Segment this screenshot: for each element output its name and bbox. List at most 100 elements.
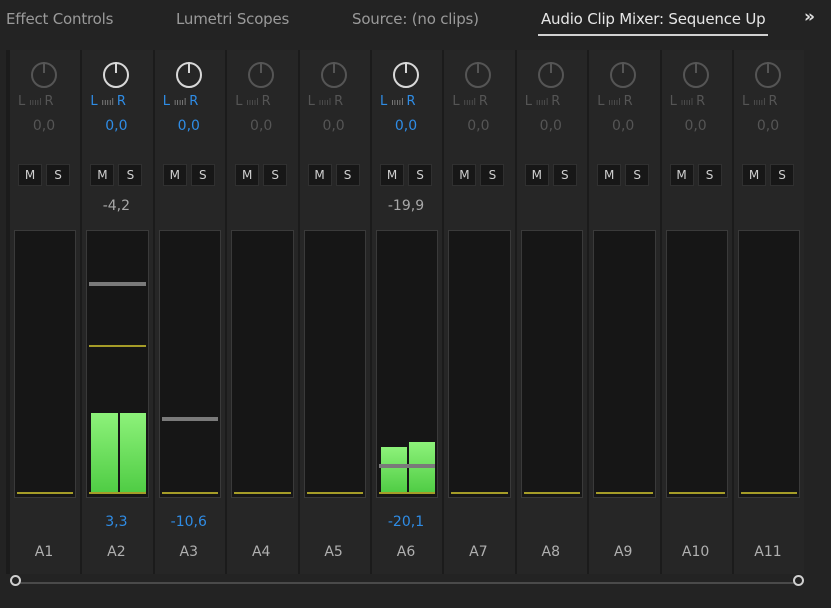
- volume-value[interactable]: 3,3: [86, 514, 146, 530]
- pan-knob-icon[interactable]: [610, 62, 637, 88]
- pan-value[interactable]: 0,0: [304, 118, 364, 134]
- mute-button[interactable]: M: [597, 164, 622, 186]
- pan-value[interactable]: 0,0: [376, 118, 436, 134]
- volume-value[interactable]: -20,1: [376, 514, 436, 530]
- pan-value[interactable]: 0,0: [159, 118, 219, 134]
- solo-button[interactable]: S: [190, 164, 215, 186]
- pan-lr-indicator: L ııııl R: [163, 94, 200, 109]
- zero-db-line: [306, 492, 363, 494]
- volume-value[interactable]: -10,6: [159, 514, 219, 530]
- channel-name: A3: [179, 544, 199, 560]
- pan-knob-icon[interactable]: [537, 62, 564, 88]
- pan-knob-icon[interactable]: [175, 62, 202, 88]
- tab-audio-clip-mixer[interactable]: Audio Clip Mixer: Sequence Up: [541, 10, 767, 28]
- panel-tab-bar: Effect Controls Lumetri Scopes Source: (…: [0, 0, 831, 40]
- solo-button[interactable]: S: [118, 164, 143, 186]
- mute-button[interactable]: M: [18, 164, 42, 186]
- horizontal-scrollbar[interactable]: [10, 574, 804, 592]
- solo-button[interactable]: S: [480, 164, 505, 186]
- pan-left-label: L: [452, 94, 461, 109]
- mute-button[interactable]: M: [162, 164, 187, 186]
- level-meter[interactable]: [520, 230, 584, 498]
- channel-name: A9: [613, 544, 633, 560]
- mute-button[interactable]: M: [452, 164, 477, 186]
- channel-name: A6: [396, 544, 416, 560]
- pan-knob-icon[interactable]: [31, 62, 57, 88]
- level-meter[interactable]: [303, 230, 366, 498]
- pan-knob-icon[interactable]: [248, 62, 275, 88]
- pan-value[interactable]: 0,0: [86, 118, 146, 134]
- scrollbar-track[interactable]: [20, 582, 794, 584]
- zero-db-line: [596, 492, 653, 494]
- zero-db-line: [741, 492, 798, 494]
- solo-button[interactable]: S: [697, 164, 722, 186]
- solo-button[interactable]: S: [335, 164, 360, 186]
- mute-button[interactable]: M: [669, 164, 694, 186]
- pan-left-label: L: [90, 94, 99, 109]
- level-meter[interactable]: [738, 230, 801, 498]
- level-meter[interactable]: [376, 230, 439, 498]
- pan-value[interactable]: 0,0: [231, 118, 291, 134]
- solo-button[interactable]: S: [625, 164, 650, 186]
- solo-button[interactable]: S: [552, 164, 577, 186]
- mute-button[interactable]: M: [742, 164, 766, 186]
- left-channel-level: [381, 447, 408, 493]
- volume-fader-handle[interactable]: [89, 281, 146, 286]
- zero-db-line: [451, 492, 508, 494]
- volume-fader-handle[interactable]: [161, 417, 219, 422]
- level-meter[interactable]: [158, 230, 222, 498]
- pan-lr-indicator: L ııııl R: [597, 94, 634, 109]
- pan-value[interactable]: 0,0: [666, 118, 726, 134]
- mute-button[interactable]: M: [90, 164, 115, 186]
- left-channel-level: [91, 412, 118, 493]
- pan-balance-icon: ııııl: [677, 98, 697, 108]
- peak-value: -4,2: [102, 198, 131, 214]
- channel-name: A7: [469, 544, 488, 560]
- pan-lr-indicator: L ııııl R: [235, 94, 272, 109]
- pan-value[interactable]: 0,0: [521, 118, 581, 134]
- more-tabs-icon[interactable]: »: [804, 7, 815, 27]
- zero-db-line: [523, 492, 581, 494]
- scroll-left-handle-icon[interactable]: [10, 575, 21, 586]
- mute-button[interactable]: M: [380, 164, 404, 186]
- pan-balance-icon: ııııl: [750, 98, 769, 108]
- tab-lumetri-scopes[interactable]: Lumetri Scopes: [176, 10, 289, 28]
- channel-name: A10: [681, 544, 710, 560]
- pan-value[interactable]: 0,0: [448, 118, 508, 134]
- pan-knob-icon[interactable]: [682, 62, 709, 88]
- pan-balance-icon: ııııl: [460, 98, 479, 108]
- level-meter[interactable]: [231, 230, 294, 498]
- tab-source[interactable]: Source: (no clips): [352, 10, 479, 28]
- level-meter[interactable]: [665, 230, 728, 498]
- pan-right-label: R: [696, 94, 707, 109]
- tab-effect-controls[interactable]: Effect Controls: [6, 10, 113, 28]
- level-meter[interactable]: [448, 230, 511, 498]
- solo-button[interactable]: S: [46, 164, 70, 186]
- level-meter[interactable]: [593, 230, 656, 498]
- pan-value[interactable]: 0,0: [593, 118, 653, 134]
- pan-right-label: R: [623, 94, 634, 109]
- mute-button[interactable]: M: [524, 164, 549, 186]
- solo-button[interactable]: S: [263, 164, 288, 186]
- pan-value[interactable]: 0,0: [738, 118, 798, 134]
- channel-name: A4: [251, 544, 271, 560]
- volume-fader-handle[interactable]: [379, 464, 436, 469]
- zero-db-line: [234, 492, 291, 494]
- mute-button[interactable]: M: [307, 164, 332, 186]
- pan-left-label: L: [742, 94, 751, 109]
- level-meter[interactable]: [14, 230, 77, 498]
- level-meter[interactable]: [86, 230, 149, 498]
- solo-button[interactable]: S: [408, 164, 432, 186]
- mute-button[interactable]: M: [235, 164, 260, 186]
- pan-knob-icon[interactable]: [393, 62, 419, 88]
- zero-db-line: [668, 492, 725, 494]
- pan-knob-icon[interactable]: [755, 62, 781, 88]
- pan-knob-icon[interactable]: [320, 62, 347, 88]
- scroll-right-handle-icon[interactable]: [793, 575, 804, 586]
- pan-value[interactable]: 0,0: [14, 118, 74, 134]
- pan-right-label: R: [478, 94, 489, 109]
- solo-button[interactable]: S: [770, 164, 794, 186]
- zero-db-line: [379, 492, 436, 494]
- pan-balance-icon: ııııl: [315, 98, 335, 108]
- pan-lr-indicator: L ııııl R: [452, 94, 489, 109]
